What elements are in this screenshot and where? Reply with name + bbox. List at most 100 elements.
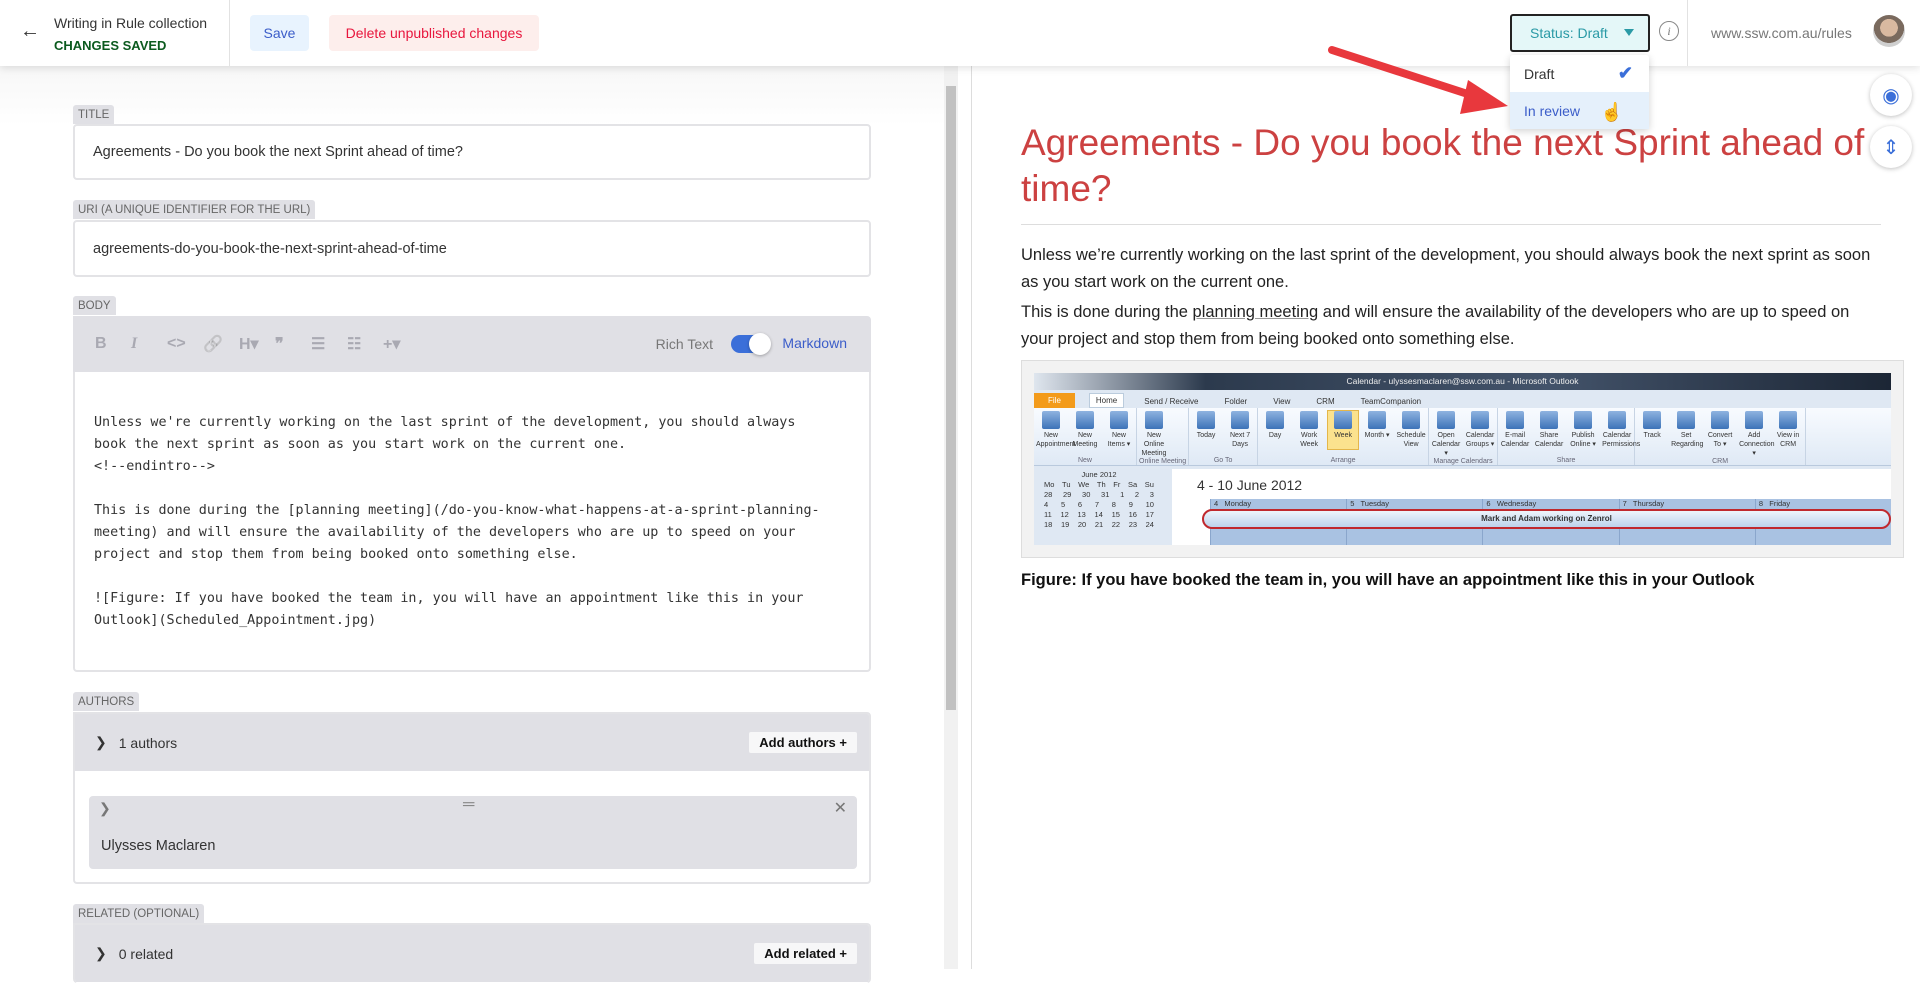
arrow-left-icon[interactable]: ← — [20, 20, 40, 43]
ribbon-button-label: Set Regarding — [1671, 432, 1704, 448]
mini-day: 23 — [1128, 520, 1138, 529]
ribbon-button-label: New Online Meeting — [1141, 432, 1167, 457]
ribbon-button: Day — [1260, 411, 1290, 449]
markdown-label: Markdown — [782, 335, 847, 351]
chevron-right-icon[interactable]: ❯ — [95, 734, 107, 751]
ribbon-group: Today Next 7 Days Go To — [1189, 408, 1259, 465]
status-dropdown[interactable]: Status: Draft — [1510, 14, 1650, 52]
mini-day: 29 — [1063, 490, 1072, 499]
mini-day: 18 — [1044, 520, 1053, 529]
group-name: Go To — [1213, 457, 1233, 464]
planning-meeting-link[interactable]: planning meeting — [1193, 303, 1319, 321]
option-label: Draft — [1524, 65, 1555, 82]
collection-name: Writing in Rule collection — [54, 15, 208, 31]
uri-input[interactable]: agreements-do-you-book-the-next-sprint-a… — [73, 220, 871, 277]
ribbon-group: New Appointment New Meeting New Items ▾ New — [1034, 408, 1137, 465]
ribbon-group: New Online Meeting Online Meeting — [1137, 408, 1190, 465]
insert-more-icon[interactable]: +▾ — [383, 334, 419, 354]
tab: TeamCompanion — [1360, 397, 1422, 406]
chevron-right-icon[interactable]: ❯ — [95, 945, 107, 962]
ribbon-button: New Items ▾ — [1104, 411, 1134, 449]
mini-day: Sa — [1127, 480, 1138, 489]
title-input[interactable]: Agreements - Do you book the next Sprint… — [73, 124, 871, 180]
mini-day: 12 — [1060, 510, 1069, 519]
ribbon-button-label: Schedule View — [1396, 432, 1426, 448]
markdown-toggle[interactable] — [731, 333, 771, 355]
italic-icon[interactable]: I — [131, 335, 167, 353]
mini-row: 4 5 6 7 8 9 10 — [1044, 500, 1154, 510]
ribbon-button-label: New Items ▾ — [1107, 432, 1131, 448]
mini-day: 17 — [1145, 510, 1154, 519]
calendar-icon — [1437, 411, 1456, 429]
editor-toolbar: B I <> 🔗 H▾ ❞ ☰ ☷ +▾ Rich Text Markdown — [73, 316, 871, 372]
calendar-icon — [1334, 411, 1353, 429]
hand-cursor-icon: ☝ — [1600, 102, 1623, 122]
related-section: ❯ 0 related Add related + — [73, 923, 871, 983]
check-icon: ✔ — [1617, 63, 1633, 83]
mini-day: 31 — [1101, 490, 1110, 499]
close-icon[interactable]: ✕ — [834, 798, 847, 818]
body-label: BODY — [73, 296, 116, 315]
mini-row: 11 12 13 14 15 16 17 — [1044, 510, 1154, 520]
ribbon-button: New Meeting — [1070, 411, 1100, 449]
mini-day: 3 — [1149, 490, 1154, 499]
option-label: In review — [1524, 102, 1581, 119]
eye-icon[interactable]: ◉ — [1870, 74, 1912, 116]
mini-day: 6 — [1077, 500, 1083, 509]
mini-day: 22 — [1111, 520, 1121, 529]
site-link[interactable]: www.ssw.com.au/rules — [1711, 25, 1852, 41]
info-icon[interactable]: i — [1659, 21, 1679, 41]
mini-day: Fr — [1113, 480, 1121, 489]
appointment: Mark and Adam working on Zenrol — [1202, 509, 1891, 529]
body-textarea[interactable]: Unless we're currently working on the la… — [73, 372, 871, 672]
scrollbar-thumb[interactable] — [946, 86, 956, 710]
mini-day: Th — [1096, 480, 1106, 489]
calendar-area: June 2012 Mo Tu We Th Fr Sa Su 28 29 30 31 1 2 3 4 5 6 7 8 9… — [1034, 466, 1891, 545]
quote-icon[interactable]: ❞ — [275, 334, 311, 354]
drag-handle-icon[interactable]: ═ — [463, 796, 474, 814]
ribbon-button: Week — [1327, 410, 1360, 450]
calendar-icon — [1076, 411, 1094, 429]
avatar[interactable] — [1873, 15, 1905, 47]
delete-unpublished-button[interactable]: Delete unpublished changes — [329, 15, 539, 51]
related-header[interactable]: ❯ 0 related Add related + — [75, 925, 869, 982]
calendar-icon — [1540, 411, 1559, 429]
mini-row: 28 29 30 31 1 2 3 — [1044, 490, 1154, 500]
authors-header[interactable]: ❯ 1 authors Add authors + — [75, 714, 869, 771]
ribbon-button: Add Connection ▾ — [1739, 411, 1775, 458]
status-option-in-review[interactable]: In review ☝ — [1510, 92, 1649, 129]
author-name: Ulysses Maclaren — [101, 838, 216, 854]
ribbon-button: Month ▾ — [1362, 411, 1392, 449]
mini-calendar: June 2012 Mo Tu We Th Fr Sa Su 28 29 30 31 1 2 3 4 5 6 7 8 9… — [1034, 466, 1164, 545]
chevron-right-icon[interactable]: ❯ — [99, 800, 111, 817]
sync-scroll-icon[interactable]: ⇕ — [1870, 126, 1912, 168]
ribbon-group: Track Set Regarding Convert To ▾ Add Connec… — [1635, 408, 1807, 465]
save-button[interactable]: Save — [250, 15, 309, 51]
bullet-list-icon[interactable]: ☰ — [311, 334, 347, 354]
ribbon-button-label: Day — [1268, 432, 1282, 439]
ribbon-button: New Appointment — [1036, 411, 1075, 449]
ribbon-button: Convert To ▾ — [1705, 411, 1735, 458]
figure-image: Calendar - ulyssesmaclaren@ssw.com.au - … — [1021, 360, 1904, 558]
calendar-icon — [1574, 411, 1593, 429]
mini-day: 4 — [1044, 500, 1049, 509]
annotation-arrow-icon — [1328, 46, 1508, 114]
bold-icon[interactable]: B — [95, 335, 131, 353]
numbered-list-icon[interactable]: ☷ — [347, 334, 383, 354]
link-icon[interactable]: 🔗 — [203, 334, 239, 354]
code-icon[interactable]: <> — [167, 335, 203, 353]
mini-row: 18 19 20 21 22 23 24 — [1044, 520, 1154, 530]
ribbon-group: Open Calendar ▾ Calendar Groups ▾ Manage C… — [1429, 408, 1499, 465]
group-name: Manage Calendars — [1433, 458, 1493, 465]
add-authors-button[interactable]: Add authors + — [749, 732, 857, 753]
group-name: New — [1077, 457, 1092, 464]
mini-day: 11 — [1044, 510, 1052, 519]
tab: View — [1273, 397, 1291, 406]
add-related-button[interactable]: Add related + — [754, 943, 857, 964]
status-option-draft[interactable]: Draft ✔ — [1510, 55, 1649, 92]
tab: Folder — [1224, 397, 1248, 406]
heading-icon[interactable]: H▾ — [239, 334, 275, 354]
mini-day: 1 — [1120, 490, 1125, 499]
ribbon-button-label: Today — [1196, 432, 1216, 439]
mini-day: 16 — [1128, 510, 1137, 519]
